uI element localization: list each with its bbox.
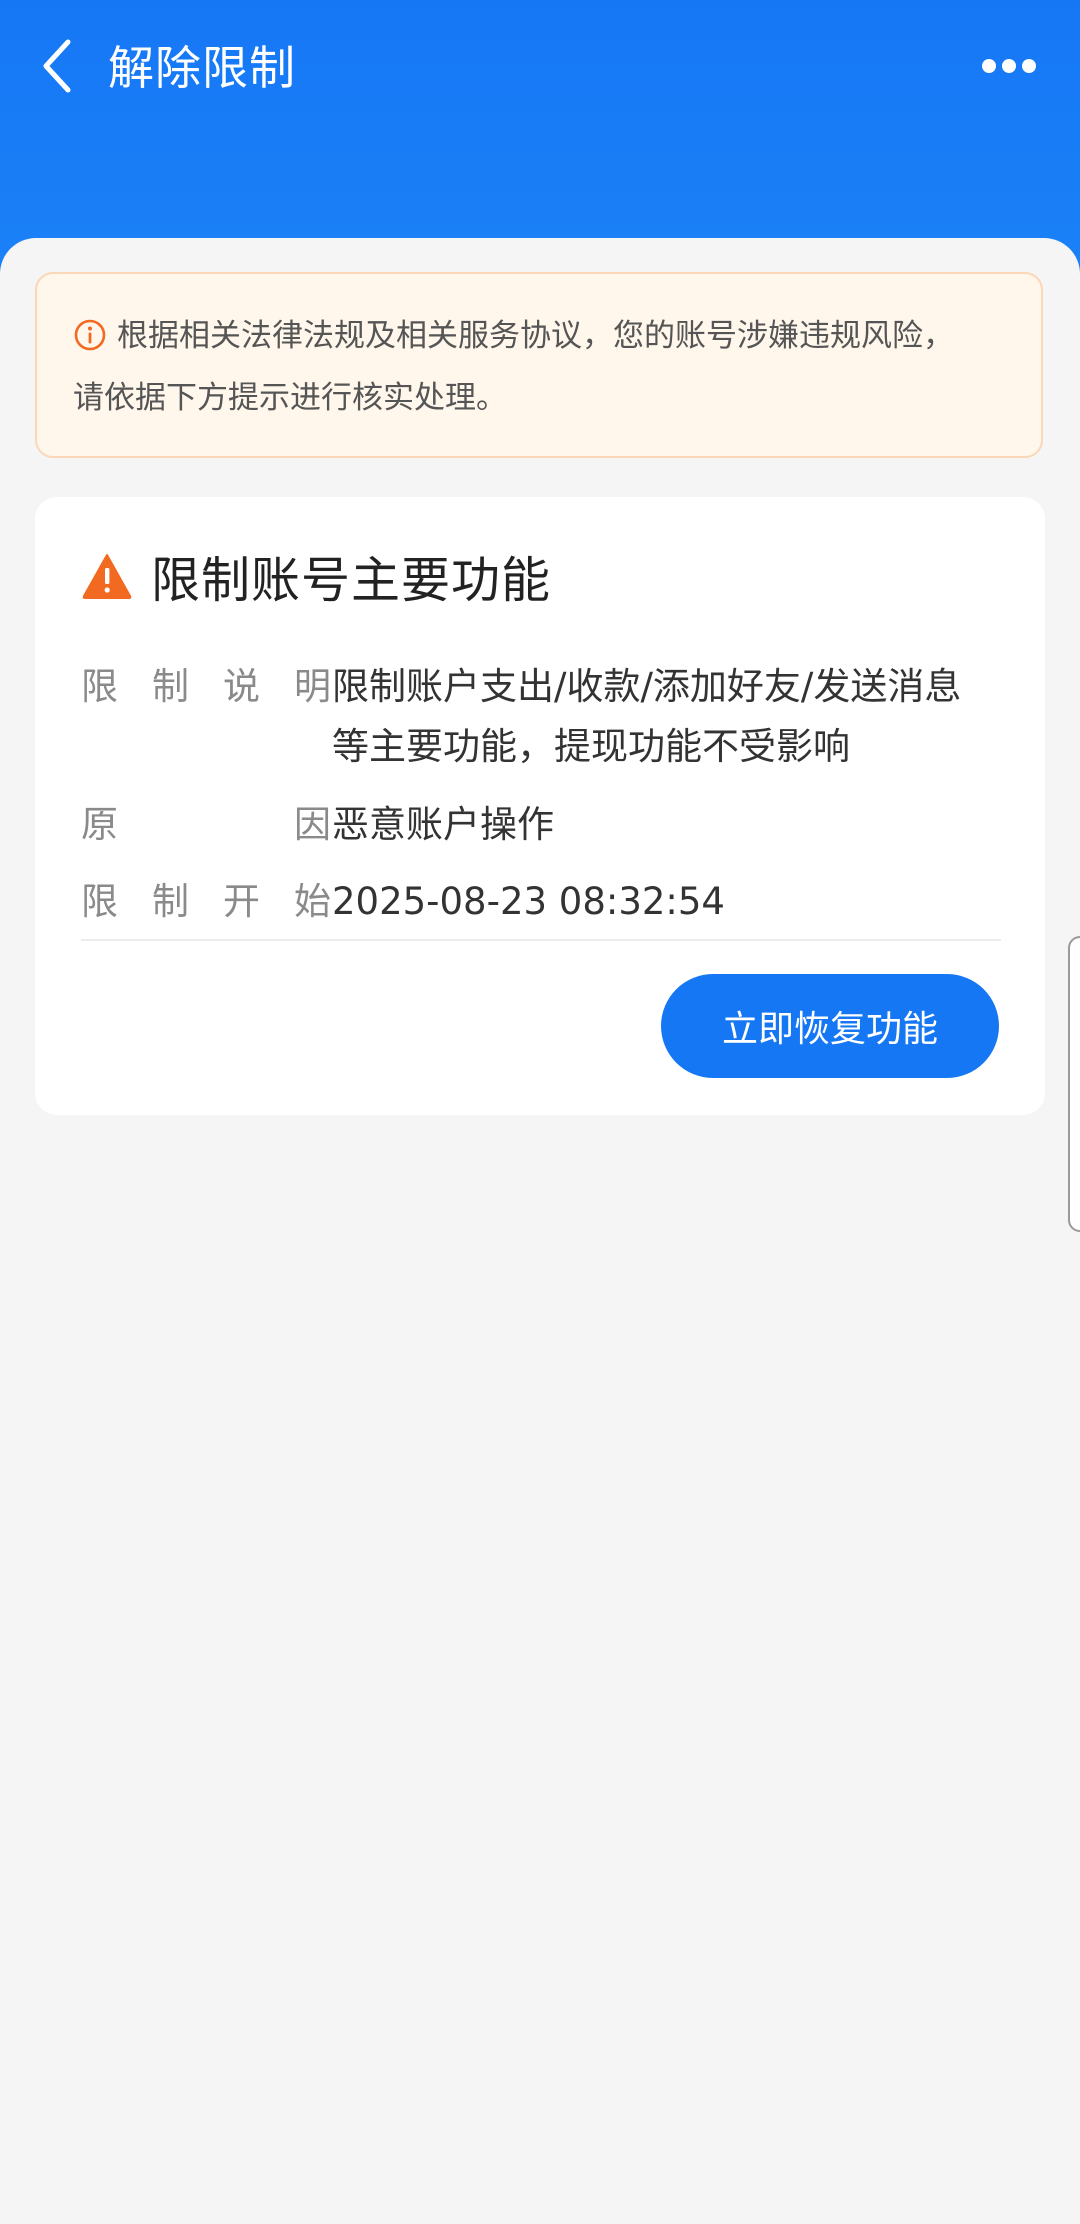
label-char: 制 (152, 665, 189, 708)
label-restriction-desc: 限 制 说 明 (81, 657, 331, 717)
notice-line-1: 根据相关法律法规及相关服务协议，您的账号涉嫌违规风险， (73, 308, 1007, 370)
more-dots-icon (982, 59, 1036, 73)
label-char: 限 (81, 665, 118, 708)
restore-function-button[interactable]: 立即恢复功能 (661, 974, 999, 1078)
notice-text-line-1: 根据相关法律法规及相关服务协议，您的账号涉嫌违规风险， (117, 318, 954, 354)
divider (81, 939, 1001, 941)
warning-triangle-icon (82, 554, 132, 599)
label-char: 限 (81, 880, 118, 923)
card-title-row: 限制账号主要功能 (81, 545, 551, 609)
value-restriction-desc: 限制账户支出/收款/添加好友/发送消息 等主要功能，提现功能不受影响 (332, 657, 1022, 777)
restriction-card: 限制账号主要功能 限 制 说 明 限制账户支出/收款/添加好友/发送消息 等主要… (35, 497, 1045, 1115)
label-restriction-start: 限 制 开 始 (81, 872, 331, 932)
value-reason: 恶意账户操作 (332, 803, 554, 846)
label-char: 始 (294, 880, 331, 923)
label-reason: 原 因 (81, 795, 331, 855)
label-char: 因 (294, 803, 331, 846)
value-restriction-desc-line-1: 限制账户支出/收款/添加好友/发送消息 (332, 665, 962, 708)
label-char: 说 (223, 665, 260, 708)
label-char: 明 (294, 665, 331, 708)
warning-notice: 根据相关法律法规及相关服务协议，您的账号涉嫌违规风险， 请依据下方提示进行核实处… (35, 272, 1043, 458)
label-char: 原 (81, 803, 118, 846)
notice-text-line-2: 请依据下方提示进行核实处理。 (73, 380, 507, 416)
more-button[interactable] (974, 40, 1044, 92)
label-char: 开 (223, 880, 260, 923)
label-char: 制 (152, 880, 189, 923)
value-restriction-desc-line-2: 等主要功能，提现功能不受影响 (332, 725, 850, 768)
card-title: 限制账号主要功能 (151, 551, 552, 609)
info-circle-icon (73, 314, 107, 370)
chevron-left-icon (43, 39, 71, 93)
side-drawer-handle[interactable] (1068, 936, 1080, 1232)
back-button[interactable] (28, 36, 88, 96)
page-title: 解除限制 (108, 41, 296, 95)
value-restriction-start: 2025-08-23 08:32:54 (332, 880, 725, 923)
